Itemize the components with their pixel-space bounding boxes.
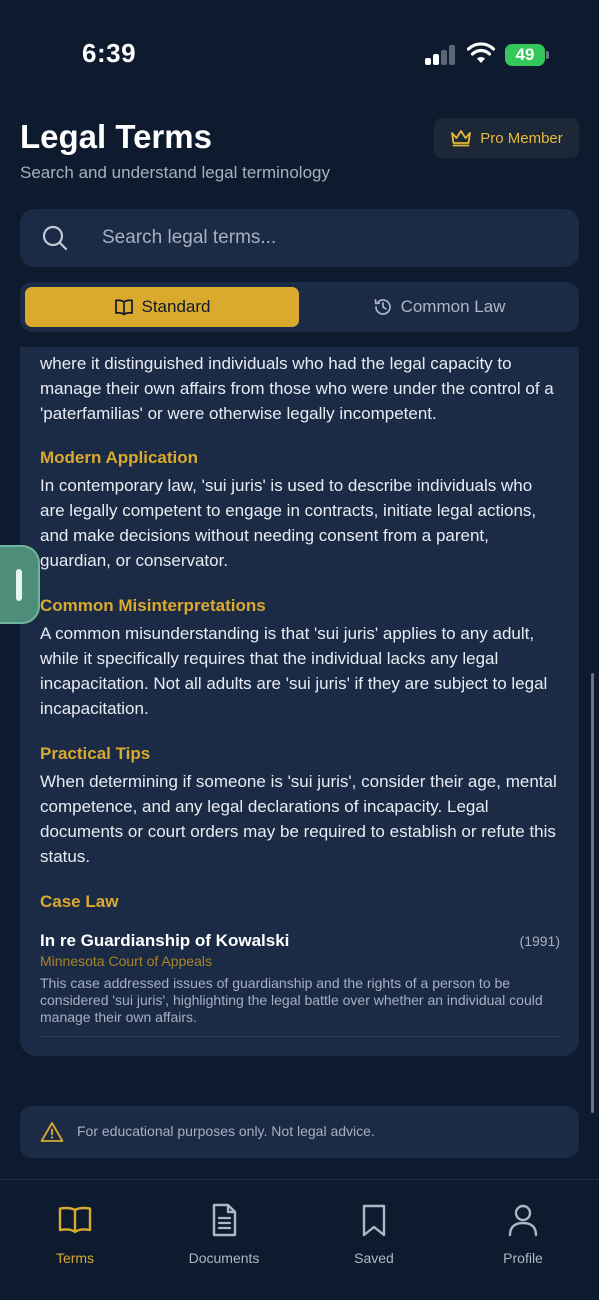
tab-saved[interactable]: Saved [314, 1202, 434, 1266]
user-icon [508, 1204, 538, 1237]
search-input[interactable] [102, 221, 562, 255]
term-detail-card[interactable]: where it distinguished individuals who h… [20, 347, 579, 1056]
case-description: This case addressed issues of guardiansh… [40, 975, 543, 1025]
grip-icon [16, 569, 22, 601]
tab-profile[interactable]: Profile [463, 1202, 583, 1266]
segment-common-law-label: Common Law [400, 297, 506, 316]
case-court: Minnesota Court of Appeals [40, 953, 212, 969]
mode-segmented-control: Standard Common Law [20, 282, 579, 332]
status-bar: 6:39 49 [0, 0, 599, 100]
case-year: (1991) [519, 933, 560, 949]
section-title-case-law: Case Law [40, 892, 119, 911]
status-time: 6:39 [82, 38, 137, 68]
tab-terms-label: Terms [55, 1250, 95, 1266]
tab-profile-label: Profile [503, 1250, 543, 1266]
battery-indicator: 49 [505, 44, 549, 66]
side-drag-handle[interactable] [0, 545, 40, 624]
book-open-icon [58, 1206, 92, 1234]
case-divider [40, 1036, 560, 1037]
tab-documents-label: Documents [188, 1250, 260, 1266]
search-box [20, 209, 579, 267]
cellular-signal-icon [425, 45, 457, 65]
case-name: In re Guardianship of Kowalski [40, 931, 290, 950]
crown-icon [451, 130, 472, 147]
scroll-indicator[interactable] [591, 673, 594, 1113]
page-title: Legal Terms [20, 118, 212, 155]
disclaimer-banner: For educational purposes only. Not legal… [20, 1106, 579, 1158]
document-icon [212, 1203, 237, 1237]
history-icon [374, 299, 391, 315]
case-law-item[interactable]: In re Guardianship of Kowalski (1991) Mi… [40, 931, 560, 1037]
segment-common-law[interactable]: Common Law [304, 287, 574, 327]
segment-standard[interactable]: Standard [25, 287, 299, 327]
pro-member-label: Pro Member [480, 129, 563, 147]
tab-terms[interactable]: Terms [15, 1202, 135, 1266]
section-title-modern-application: Modern Application [40, 448, 199, 467]
segment-standard-label: Standard [141, 297, 211, 316]
app-screen: 6:39 49 Legal Terms Search and understan… [0, 0, 599, 1300]
search-icon [42, 225, 68, 251]
tab-saved-label: Saved [354, 1250, 394, 1266]
section-body-common-misinterpretations: A common misunderstanding is that 'sui j… [40, 624, 548, 718]
bookmark-icon [362, 1204, 386, 1237]
section-body-practical-tips: When determining if someone is 'sui juri… [40, 772, 557, 866]
bottom-tab-bar: Terms Documents Saved Profile [0, 1179, 599, 1300]
page-subtitle: Search and understand legal terminology [20, 163, 330, 182]
book-icon [114, 299, 133, 316]
section-body-modern-application: In contemporary law, 'sui juris' is used… [40, 476, 537, 570]
section-title-common-misinterpretations: Common Misinterpretations [40, 596, 266, 615]
tab-documents[interactable]: Documents [164, 1202, 284, 1266]
battery-level: 49 [515, 45, 535, 64]
wifi-icon [467, 42, 495, 63]
pro-member-badge[interactable]: Pro Member [434, 118, 579, 158]
disclaimer-text: For educational purposes only. Not legal… [77, 1123, 375, 1139]
history-paragraph: where it distinguished individuals who h… [40, 354, 554, 423]
warning-icon [40, 1122, 64, 1142]
section-title-practical-tips: Practical Tips [40, 744, 151, 763]
